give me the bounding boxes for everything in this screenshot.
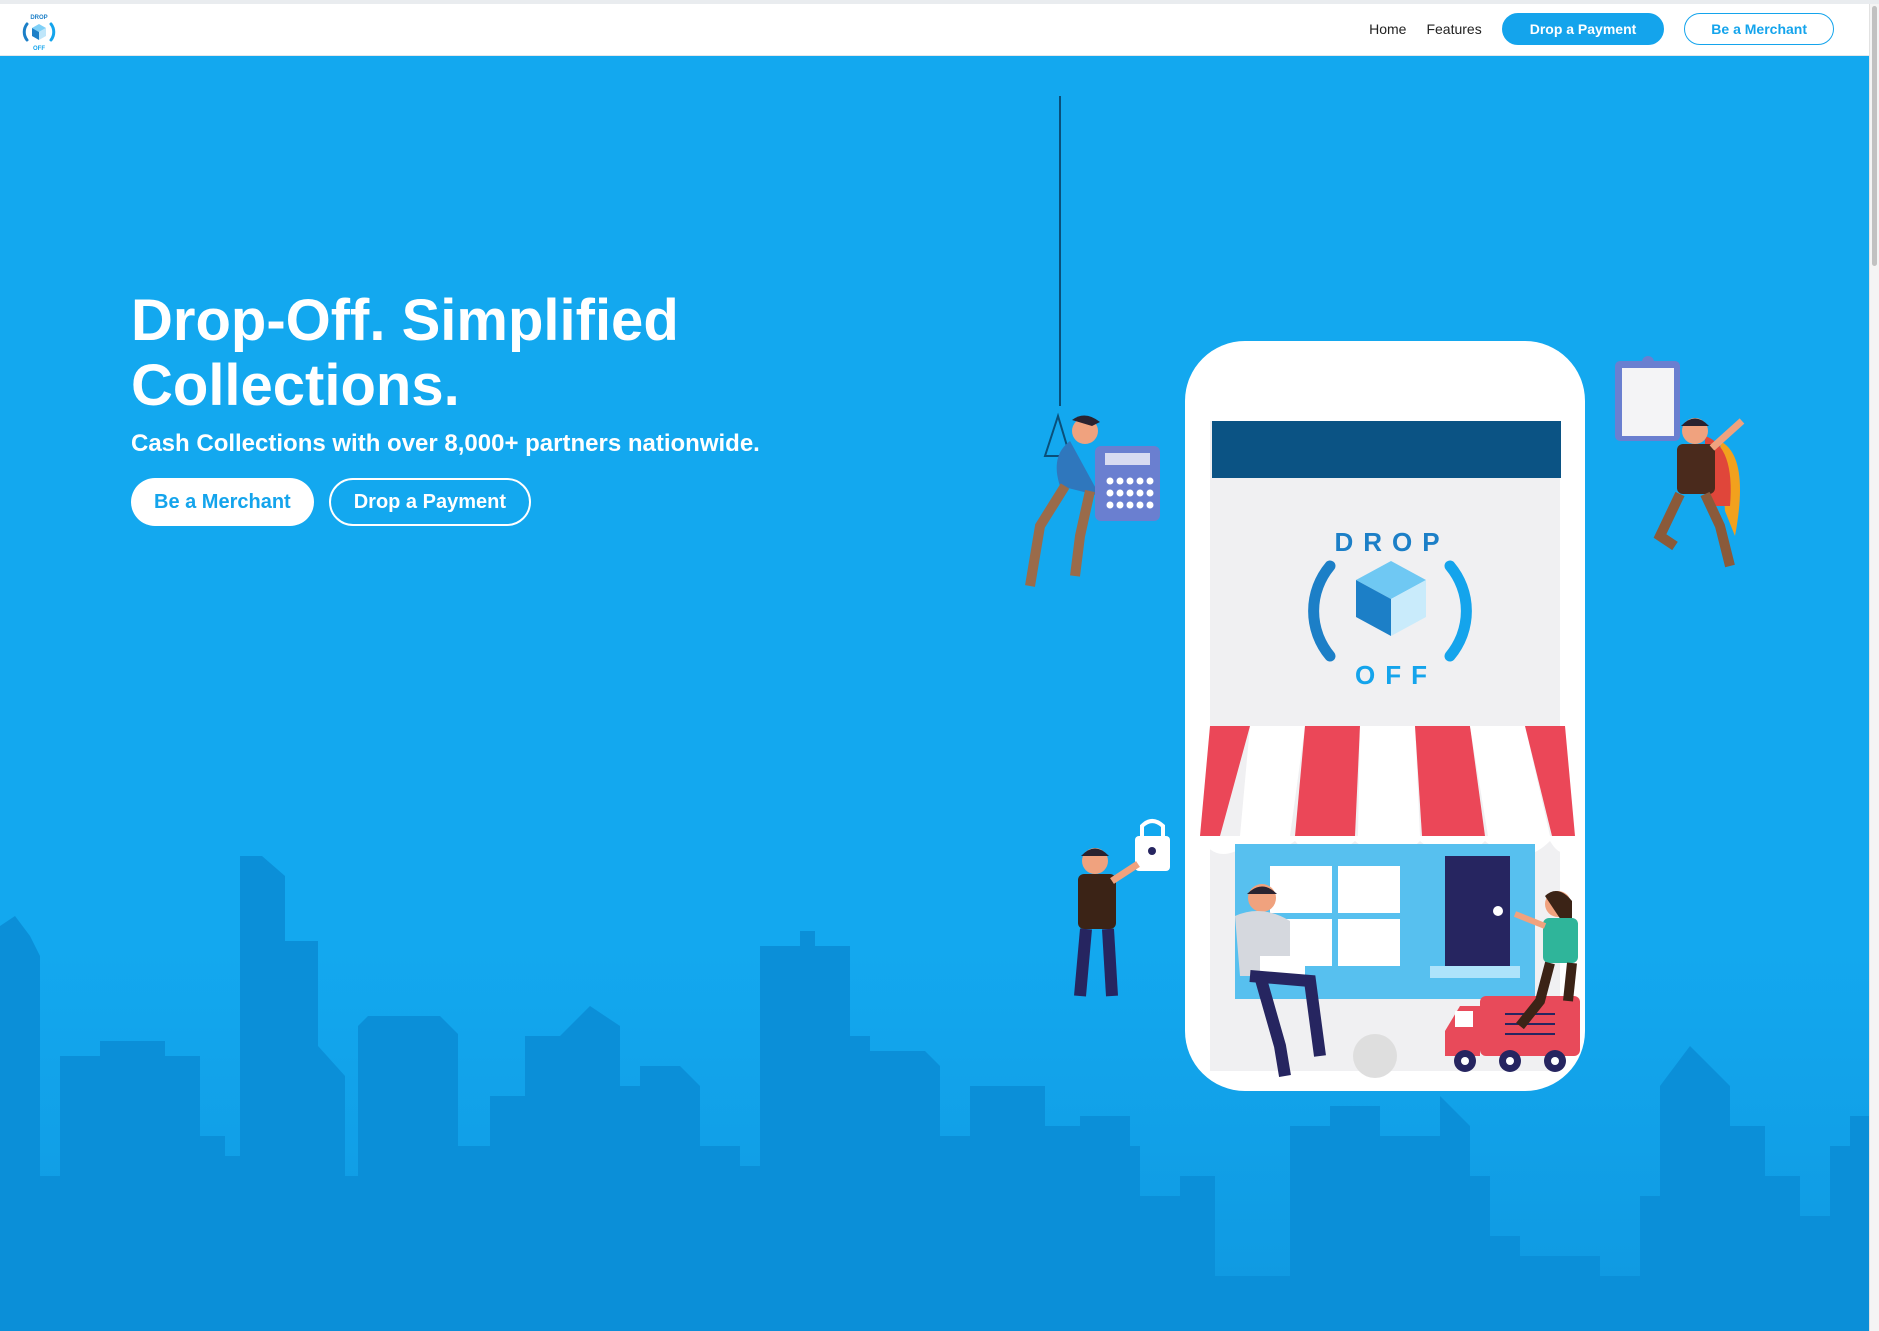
nav-be-merchant-button[interactable]: Be a Merchant [1684, 13, 1834, 45]
navbar: DROP OFF Home Features Drop a Payment Be… [0, 4, 1870, 56]
phone-logo-text-bottom: OFF [1355, 660, 1437, 690]
store-awning [1200, 726, 1575, 856]
person-with-calculator-illustration [1025, 412, 1160, 587]
person-with-clipboard-illustration [1615, 356, 1745, 568]
person-with-lock-illustration [1074, 819, 1170, 997]
hero-buttons: Be a Merchant Drop a Payment [131, 478, 531, 526]
hero-drop-payment-button[interactable]: Drop a Payment [328, 478, 531, 526]
hero-subtitle: Cash Collections with over 8,000+ partne… [131, 430, 760, 457]
hero-be-merchant-button[interactable]: Be a Merchant [131, 478, 314, 526]
nav-home-link[interactable]: Home [1369, 21, 1406, 37]
nav-links: Home Features Drop a Payment Be a Mercha… [1369, 12, 1834, 46]
nav-drop-payment-button[interactable]: Drop a Payment [1501, 13, 1665, 45]
hero-section: Drop-Off. Simplified Collections. Cash C… [0, 56, 1870, 1331]
scrollbar-thumb[interactable] [1872, 6, 1877, 266]
hero-title: Drop-Off. Simplified Collections. [131, 288, 679, 418]
page-scrollbar[interactable] [1869, 4, 1879, 1331]
delivery-truck-illustration [1445, 996, 1580, 1072]
logo-text-top: DROP [30, 15, 47, 21]
phone-logo-text-top: DROP [1334, 527, 1449, 557]
drop-off-logo[interactable]: DROP OFF [18, 10, 60, 52]
phone-store-illustration: DROP OFF [1025, 96, 1745, 1091]
nav-features-link[interactable]: Features [1426, 21, 1481, 37]
logo-text-bottom: OFF [33, 46, 45, 52]
